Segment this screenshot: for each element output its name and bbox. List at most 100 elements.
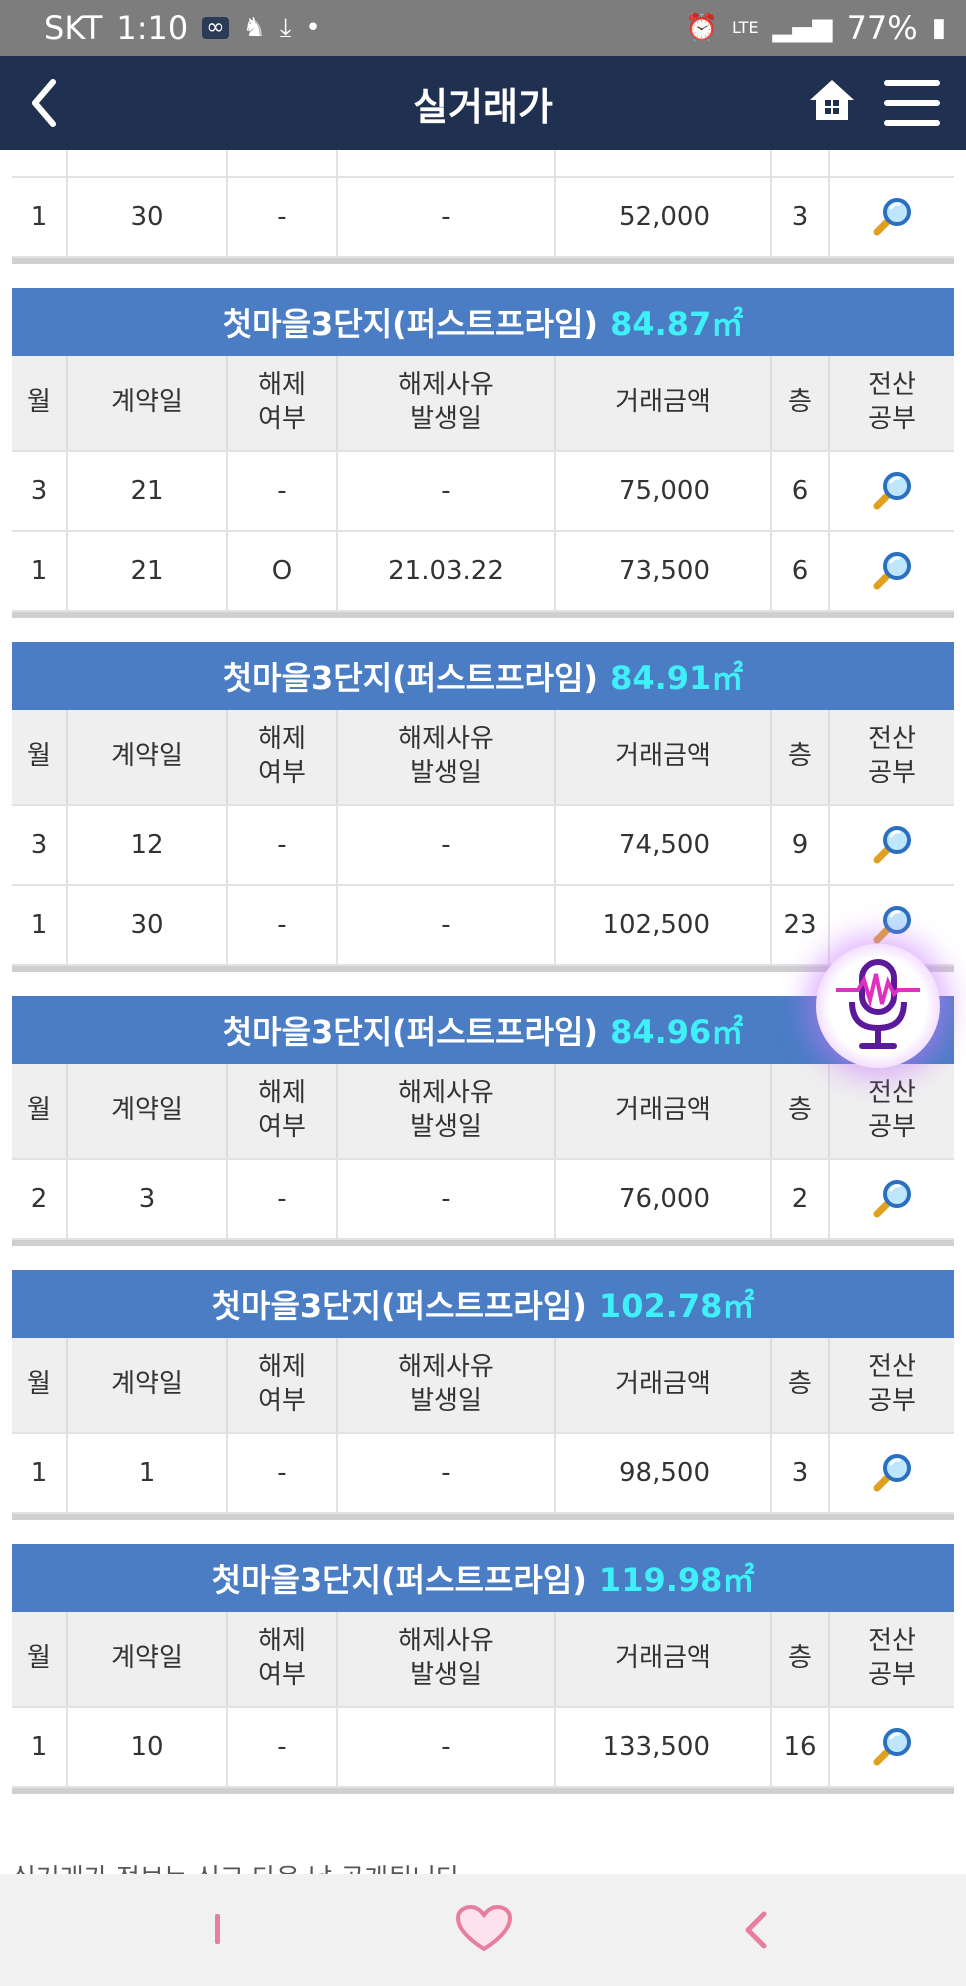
section-divider bbox=[12, 1788, 954, 1794]
voice-search-button[interactable] bbox=[816, 944, 940, 1068]
registry-button[interactable] bbox=[830, 1160, 954, 1238]
price-cell: 52,000 bbox=[556, 178, 772, 256]
cancel-date-cell: - bbox=[338, 1708, 556, 1786]
area-size: 84.91㎡ bbox=[610, 659, 744, 697]
col-cancel: 해제 여부 bbox=[228, 1338, 338, 1432]
col-cancel: 해제 여부 bbox=[228, 1612, 338, 1706]
recent-apps-button[interactable] bbox=[196, 1900, 240, 1960]
col-month: 월 bbox=[12, 1064, 68, 1158]
section-title: 첫마을3단지(퍼스트프라임) 84.91㎡ bbox=[12, 642, 954, 710]
registry-button[interactable] bbox=[830, 1708, 954, 1786]
col-registry: 전산 공부 bbox=[868, 724, 916, 788]
floor-cell: 16 bbox=[772, 1708, 830, 1786]
month-cell: 1 bbox=[12, 532, 68, 610]
col-price: 거래금액 bbox=[556, 1064, 772, 1158]
area-size: 119.98㎡ bbox=[598, 1561, 755, 1599]
section-title: 첫마을3단지(퍼스트프라임) 84.96㎡ bbox=[12, 996, 954, 1064]
bottom-navigation bbox=[0, 1874, 966, 1986]
chevron-left-icon bbox=[32, 79, 56, 127]
complex-name: 첫마을3단지(퍼스트프라임) bbox=[222, 305, 599, 343]
hamburger-icon-line bbox=[884, 100, 940, 106]
col-registry: 전산 공부 bbox=[868, 1078, 916, 1142]
month-cell: 3 bbox=[12, 806, 68, 884]
floor-cell: 6 bbox=[772, 532, 830, 610]
magnifier-icon bbox=[873, 906, 911, 944]
registry-button[interactable] bbox=[830, 178, 954, 256]
table-row: 1 10- -133,500 16 bbox=[12, 1708, 954, 1788]
col-price: 거래금액 bbox=[556, 1338, 772, 1432]
col-cancel: 해제 여부 bbox=[228, 1064, 338, 1158]
col-month: 월 bbox=[12, 1612, 68, 1706]
cancel-cell: - bbox=[228, 1434, 338, 1512]
col-floor: 층 bbox=[772, 1338, 830, 1432]
price-cell: 73,500 bbox=[556, 532, 772, 610]
magnifier-icon bbox=[873, 472, 911, 510]
table-header: 월 계약일 해제 여부 해제사유 발생일 거래금액 층 전산 공부 bbox=[12, 1338, 954, 1434]
recent-apps-icon bbox=[215, 1914, 220, 1944]
floor-cell: 3 bbox=[772, 178, 830, 256]
col-cancel-date: 해제사유 발생일 bbox=[338, 356, 556, 450]
hamburger-icon-line bbox=[884, 120, 940, 126]
contract-day-cell: 21 bbox=[68, 452, 228, 530]
magnifier-icon bbox=[873, 1728, 911, 1766]
transaction-list: 1 30 - - 52,000 3 첫마을3단지(퍼스트프라임) 84.87㎡ 월 계… bbox=[12, 150, 954, 1794]
col-contract-day: 계약일 bbox=[68, 1338, 228, 1432]
voice-mic-icon bbox=[836, 959, 920, 1049]
page-title: 실거래가 bbox=[413, 84, 553, 129]
registry-button[interactable] bbox=[830, 532, 954, 610]
registry-button[interactable] bbox=[830, 1434, 954, 1512]
col-cancel-date: 해제사유 발생일 bbox=[338, 1338, 556, 1432]
contract-day-cell: 10 bbox=[68, 1708, 228, 1786]
registry-button[interactable] bbox=[830, 806, 954, 884]
contract-day-cell: 30 bbox=[68, 178, 228, 256]
table-row: 1 30- -102,500 23 bbox=[12, 886, 954, 966]
col-month: 월 bbox=[12, 1338, 68, 1432]
table-row-cut bbox=[12, 150, 954, 178]
month-cell: 1 bbox=[12, 178, 68, 256]
home-icon bbox=[810, 80, 854, 120]
table-row: 3 21- -75,000 6 bbox=[12, 452, 954, 532]
table-header: 월 계약일 해제 여부 해제사유 발생일 거래금액 층 전산 공부 bbox=[12, 710, 954, 806]
area-size: 84.87㎡ bbox=[610, 305, 744, 343]
app-notification-icon: ♞ bbox=[242, 13, 266, 43]
table-row: 1 21 O 21.03.22 73,500 6 bbox=[12, 532, 954, 612]
home-button[interactable] bbox=[808, 76, 856, 128]
magnifier-icon bbox=[873, 1180, 911, 1218]
cancel-cell: - bbox=[228, 886, 338, 964]
col-floor: 층 bbox=[772, 356, 830, 450]
menu-button[interactable] bbox=[884, 80, 940, 126]
col-price: 거래금액 bbox=[556, 710, 772, 804]
contract-day-cell: 30 bbox=[68, 886, 228, 964]
clock: 1:10 bbox=[116, 9, 189, 47]
signal-icon: ▂▄▆ bbox=[772, 13, 833, 43]
cancel-date-cell: - bbox=[338, 1160, 556, 1238]
price-cell: 133,500 bbox=[556, 1708, 772, 1786]
magnifier-icon bbox=[873, 198, 911, 236]
heart-home-icon bbox=[456, 1905, 512, 1952]
magnifier-icon bbox=[873, 552, 911, 590]
cancel-date-cell: - bbox=[338, 806, 556, 884]
area-size: 84.96㎡ bbox=[610, 1013, 744, 1051]
month-cell: 2 bbox=[12, 1160, 68, 1238]
table-header: 월 계약일 해제 여부 해제사유 발생일 거래금액 층 전산 공부 bbox=[12, 1612, 954, 1708]
col-registry: 전산 공부 bbox=[868, 1352, 916, 1416]
price-cell: 75,000 bbox=[556, 452, 772, 530]
home-nav-button[interactable] bbox=[452, 1896, 516, 1962]
back-button[interactable] bbox=[24, 76, 64, 130]
registry-button[interactable] bbox=[830, 452, 954, 530]
price-cell: 76,000 bbox=[556, 1160, 772, 1238]
alarm-icon: ⏰ bbox=[685, 13, 718, 43]
col-cancel-date: 해제사유 발생일 bbox=[338, 1612, 556, 1706]
section-title: 첫마을3단지(퍼스트프라임) 119.98㎡ bbox=[12, 1544, 954, 1612]
table-row: 3 12- -74,500 9 bbox=[12, 806, 954, 886]
complex-name: 첫마을3단지(퍼스트프라임) bbox=[222, 659, 599, 697]
cancel-cell: - bbox=[228, 806, 338, 884]
back-nav-button[interactable] bbox=[734, 1900, 778, 1960]
cancel-cell: - bbox=[228, 1160, 338, 1238]
complex-name: 첫마을3단지(퍼스트프라임) bbox=[211, 1561, 587, 1599]
floor-cell: 2 bbox=[772, 1160, 830, 1238]
table-row: 2 3- -76,000 2 bbox=[12, 1160, 954, 1240]
complex-name: 첫마을3단지(퍼스트프라임) bbox=[211, 1287, 587, 1325]
month-cell: 1 bbox=[12, 886, 68, 964]
battery-level: 77% bbox=[846, 9, 918, 47]
